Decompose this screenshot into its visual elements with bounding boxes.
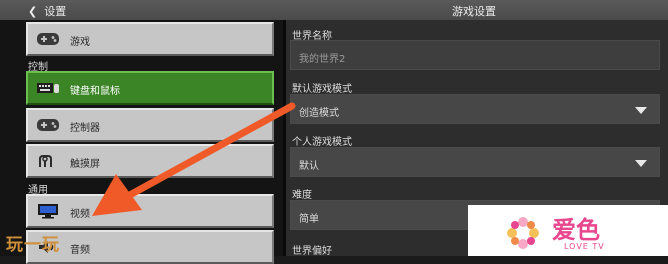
personal-mode-label: 个人游戏模式 <box>292 137 352 148</box>
back-button[interactable]: ❮ 设置 <box>28 3 66 19</box>
gamepad-icon <box>37 119 59 131</box>
sidebar-item-game[interactable]: 游戏 <box>26 22 274 56</box>
personal-mode-value: 默认 <box>299 161 319 172</box>
top-bar: ❮ 设置 游戏设置 <box>0 0 668 21</box>
page-title: 游戏设置 <box>452 5 496 18</box>
default-mode-label: 默认游戏模式 <box>292 84 352 95</box>
sidebar-item-video[interactable]: 视频 <box>26 194 274 228</box>
chevron-left-icon: ❮ <box>28 5 38 18</box>
watermark-right: 爱色 LOVE TV <box>468 205 668 256</box>
keyboard-icon <box>37 83 59 93</box>
personal-mode-dropdown[interactable]: 默认 <box>290 147 660 177</box>
sidebar-item-label: 音频 <box>70 245 90 256</box>
sidebar-item-label: 触摸屏 <box>70 159 100 170</box>
sidebar-item-audio[interactable]: 音频 <box>26 230 274 264</box>
difficulty-value: 简单 <box>299 214 319 225</box>
back-label: 设置 <box>44 5 67 18</box>
touch-icon <box>39 155 52 167</box>
watermark-left: 玩一玩 <box>6 235 60 255</box>
default-mode-dropdown[interactable]: 创造模式 <box>290 94 660 124</box>
flower-logo-icon <box>507 217 539 249</box>
sidebar-item-touchscreen[interactable]: 触摸屏 <box>26 144 274 178</box>
sidebar-item-controller[interactable]: 控制器 <box>26 108 274 142</box>
sidebar-item-label: 控制器 <box>70 123 100 134</box>
sidebar-item-label: 视频 <box>70 209 90 220</box>
sidebar-item-label: 键盘和鼠标 <box>70 86 120 97</box>
monitor-icon <box>38 204 58 219</box>
difficulty-label: 难度 <box>292 190 312 201</box>
chevron-down-icon <box>635 107 647 114</box>
default-mode-value: 创造模式 <box>299 108 339 119</box>
world-prefs-label: 世界偏好 <box>292 246 332 257</box>
chevron-down-icon <box>635 160 647 167</box>
sidebar-item-keyboard-mouse[interactable]: 键盘和鼠标 <box>26 71 274 105</box>
sidebar-item-label: 游戏 <box>70 37 90 48</box>
gamepad-icon <box>37 33 59 45</box>
world-name-input[interactable]: 我的世界2 <box>290 40 660 70</box>
watermark-big-text: 爱色 <box>552 216 600 244</box>
watermark-small-text: LOVE TV <box>564 242 605 251</box>
